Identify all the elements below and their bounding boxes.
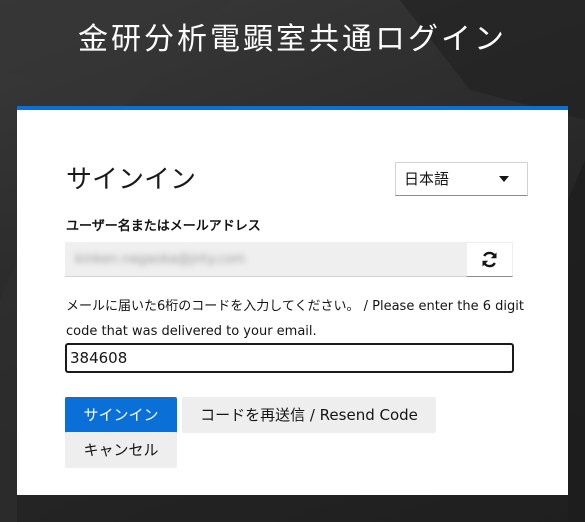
signin-heading: サインイン xyxy=(66,165,197,195)
restart-login-button[interactable] xyxy=(466,242,513,277)
page-title: 金研分析電顕室共通ログイン xyxy=(78,22,507,57)
username-value: kinken.nagaoka@jnty.com xyxy=(75,252,246,267)
username-field: kinken.nagaoka@jnty.com xyxy=(65,242,466,277)
otp-instruction: メールに届いた6桁のコードを入力してください。 / Please enter t… xyxy=(66,299,524,339)
login-card: サインイン 日本語 ユーザー名またはメールアドレス kinken.nagaoka… xyxy=(17,106,568,495)
username-label: ユーザー名またはメールアドレス xyxy=(66,219,261,234)
otp-code-input[interactable] xyxy=(65,343,514,373)
language-selected-label: 日本語 xyxy=(404,170,450,188)
signin-button[interactable]: サインイン xyxy=(65,397,177,433)
resend-code-button[interactable]: コードを再送信 / Resend Code xyxy=(182,397,436,433)
language-select[interactable]: 日本語 xyxy=(395,162,528,196)
caret-down-icon xyxy=(499,176,509,182)
refresh-icon xyxy=(482,251,497,268)
cancel-button[interactable]: キャンセル xyxy=(65,432,177,468)
